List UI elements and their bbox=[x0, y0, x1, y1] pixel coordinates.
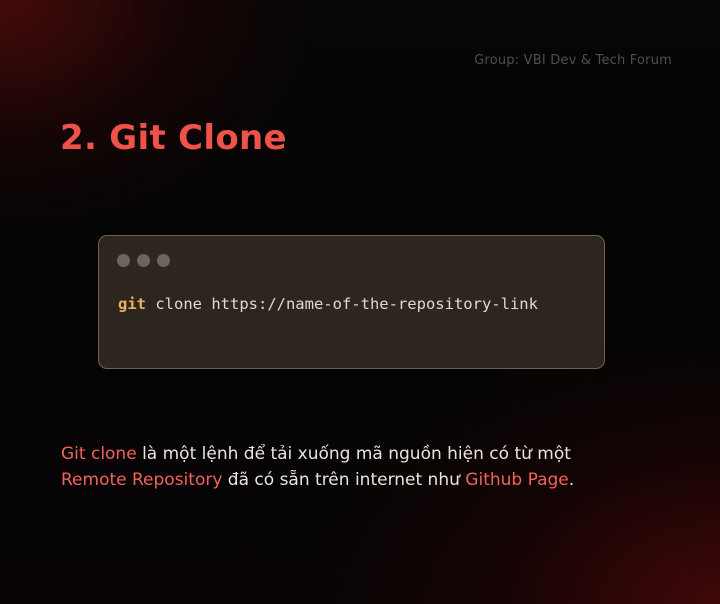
term-git-clone: Git clone bbox=[61, 444, 137, 464]
description-text: . bbox=[568, 470, 575, 490]
description: Git clone là một lệnh để tải xuống mã ng… bbox=[61, 441, 681, 493]
term-remote-repository: Remote Repository bbox=[61, 470, 223, 490]
window-dot-icon bbox=[157, 254, 170, 267]
window-controls bbox=[117, 254, 170, 267]
window-dot-icon bbox=[117, 254, 130, 267]
code-command: git clone https://name-of-the-repository… bbox=[118, 295, 538, 313]
group-label: Group: VBI Dev & Tech Forum bbox=[474, 53, 672, 68]
code-window: git clone https://name-of-the-repository… bbox=[98, 235, 605, 369]
code-keyword: git bbox=[118, 295, 146, 313]
description-text: là một lệnh để tải xuống mã nguồn hiện c… bbox=[136, 444, 571, 464]
page-title: 2. Git Clone bbox=[60, 118, 287, 158]
term-github-page: Github Page bbox=[465, 470, 569, 490]
code-arguments: clone https://name-of-the-repository-lin… bbox=[146, 295, 538, 313]
description-text: đã có sẵn trên internet như bbox=[222, 470, 466, 490]
window-dot-icon bbox=[137, 254, 150, 267]
